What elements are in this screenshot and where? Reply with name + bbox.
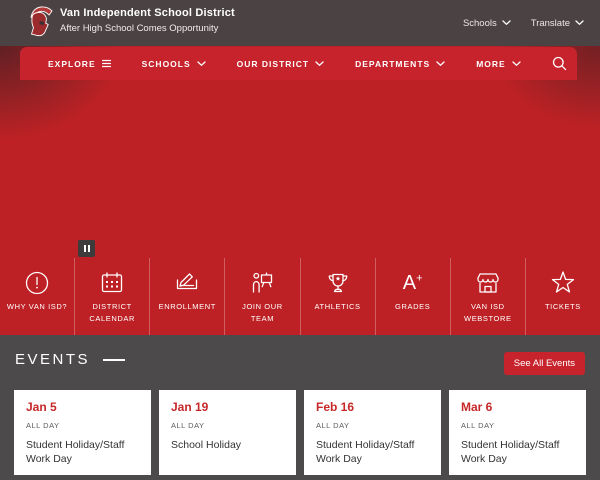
event-card[interactable]: Jan 19 ALL DAY School Holiday	[159, 390, 296, 475]
chevron-down-icon	[502, 20, 511, 26]
schools-dropdown[interactable]: Schools	[463, 18, 511, 29]
events-heading: EVENTS	[15, 351, 125, 368]
nav-schools-label: SCHOOLS	[142, 59, 191, 69]
event-cards-row: Jan 5 ALL DAY Student Holiday/Staff Work…	[14, 390, 586, 475]
translate-dropdown-label: Translate	[531, 18, 570, 29]
nav-departments-label: DEPARTMENTS	[355, 59, 430, 69]
event-date: Mar 6	[461, 400, 574, 414]
district-name: Van Independent School District	[60, 7, 235, 19]
site-header: Van Independent School District After Hi…	[0, 0, 600, 46]
event-title[interactable]: Student Holiday/Staff Work Day	[461, 438, 574, 466]
event-card[interactable]: Jan 5 ALL DAY Student Holiday/Staff Work…	[14, 390, 151, 475]
star-icon	[550, 270, 576, 296]
exclamation-circle-icon	[24, 270, 50, 296]
pencil-paper-icon	[174, 270, 200, 296]
nav-more-label: MORE	[476, 59, 506, 69]
trophy-icon	[325, 270, 351, 296]
nav-explore-label: EXPLORE	[48, 59, 96, 69]
chevron-down-icon	[436, 61, 445, 67]
storefront-icon	[475, 270, 501, 296]
main-navbar: EXPLORE SCHOOLS OUR DISTRICT DEPARTMENTS…	[20, 47, 577, 80]
quick-link-label: ENROLLMENT	[154, 301, 221, 313]
quick-link-why-van-isd[interactable]: WHY VAN ISD?	[0, 258, 75, 335]
slideshow-pause-button[interactable]	[78, 240, 95, 257]
event-time: ALL DAY	[171, 421, 284, 430]
quick-link-athletics[interactable]: ATHLETICS	[301, 258, 376, 335]
event-title[interactable]: Student Holiday/Staff Work Day	[26, 438, 139, 466]
quick-link-tickets[interactable]: TICKETS	[526, 258, 600, 335]
nav-our-district-label: OUR DISTRICT	[237, 59, 309, 69]
pause-icon	[84, 245, 86, 252]
quick-links-bar: WHY VAN ISD? DISTRICT CALENDAR ENROLLMEN…	[0, 258, 600, 335]
quick-link-label: VAN ISD WEBSTORE	[451, 301, 525, 325]
quick-link-label: DISTRICT CALENDAR	[75, 301, 149, 325]
event-date: Jan 5	[26, 400, 139, 414]
event-time: ALL DAY	[26, 421, 139, 430]
chevron-down-icon	[512, 61, 521, 67]
hero-banner: EXPLORE SCHOOLS OUR DISTRICT DEPARTMENTS…	[0, 46, 600, 335]
event-card[interactable]: Mar 6 ALL DAY Student Holiday/Staff Work…	[449, 390, 586, 475]
quick-link-label: JOIN OUR TEAM	[225, 301, 299, 325]
quick-link-district-calendar[interactable]: DISTRICT CALENDAR	[75, 258, 150, 335]
nav-explore[interactable]: EXPLORE	[48, 59, 111, 69]
quick-link-label: ATHLETICS	[310, 301, 366, 313]
search-button[interactable]	[552, 56, 567, 71]
quick-link-webstore[interactable]: VAN ISD WEBSTORE	[451, 258, 526, 335]
chevron-down-icon	[315, 61, 324, 67]
district-logo-icon[interactable]	[21, 4, 55, 42]
event-card[interactable]: Feb 16 ALL DAY Student Holiday/Staff Wor…	[304, 390, 441, 475]
quick-link-join-our-team[interactable]: JOIN OUR TEAM	[225, 258, 300, 335]
brand-text: Van Independent School District After Hi…	[60, 7, 235, 34]
event-time: ALL DAY	[461, 421, 574, 430]
calendar-icon	[99, 270, 125, 296]
translate-dropdown[interactable]: Translate	[531, 18, 584, 29]
nav-more[interactable]: MORE	[476, 59, 521, 69]
event-title[interactable]: School Holiday	[171, 438, 284, 452]
quick-link-label: TICKETS	[540, 301, 586, 313]
person-board-icon	[249, 270, 275, 296]
schools-dropdown-label: Schools	[463, 18, 497, 29]
quick-link-label: WHY VAN ISD?	[2, 301, 72, 313]
nav-schools[interactable]: SCHOOLS	[142, 59, 206, 69]
quick-link-enrollment[interactable]: ENROLLMENT	[150, 258, 225, 335]
event-title[interactable]: Student Holiday/Staff Work Day	[316, 438, 429, 466]
events-heading-label: EVENTS	[15, 351, 90, 368]
event-time: ALL DAY	[316, 421, 429, 430]
pause-icon	[88, 245, 90, 252]
chevron-down-icon	[575, 20, 584, 26]
nav-departments[interactable]: DEPARTMENTS	[355, 59, 445, 69]
heading-dash	[103, 359, 125, 361]
quick-link-label: GRADES	[390, 301, 435, 313]
menu-icon	[102, 59, 111, 68]
event-date: Feb 16	[316, 400, 429, 414]
event-date: Jan 19	[171, 400, 284, 414]
search-icon	[552, 56, 567, 71]
district-tagline: After High School Comes Opportunity	[60, 23, 235, 34]
a-plus-icon: A+	[403, 273, 423, 293]
events-section: EVENTS See All Events Jan 5 ALL DAY Stud…	[0, 335, 600, 480]
see-all-events-button[interactable]: See All Events	[504, 352, 585, 375]
utility-nav: Schools Translate	[463, 0, 584, 46]
nav-our-district[interactable]: OUR DISTRICT	[237, 59, 324, 69]
chevron-down-icon	[197, 61, 206, 67]
quick-link-grades[interactable]: A+ GRADES	[376, 258, 451, 335]
